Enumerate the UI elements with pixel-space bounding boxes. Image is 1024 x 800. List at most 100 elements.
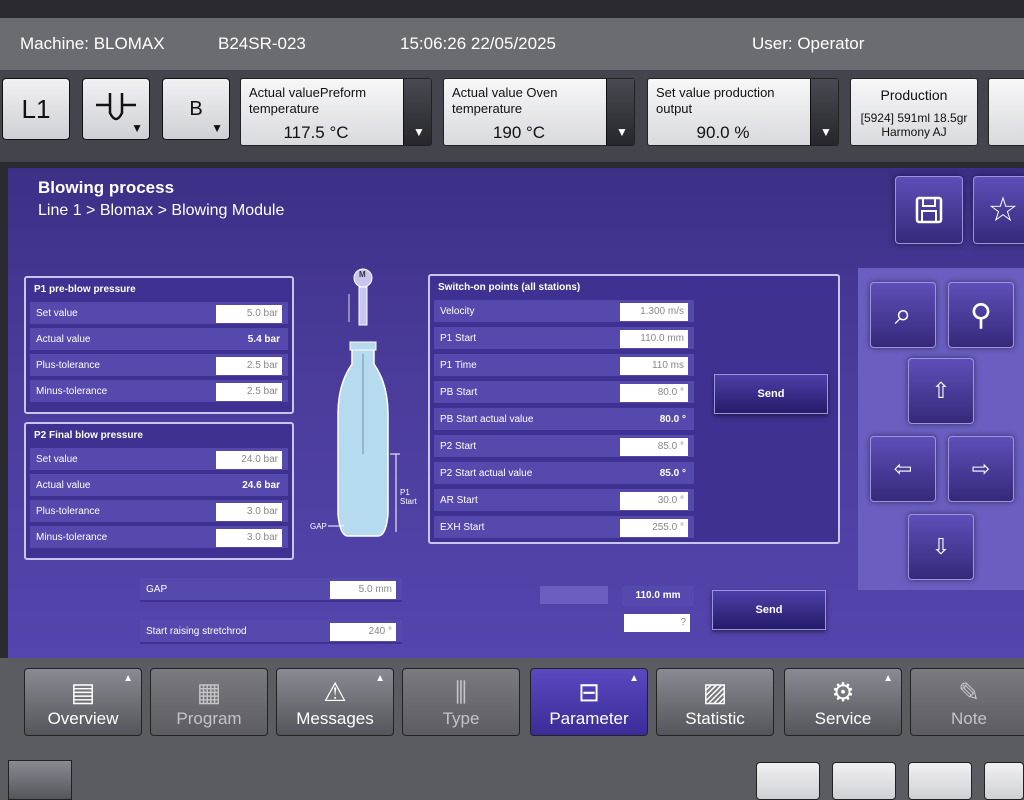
arrow-left-button[interactable]: ⇦ [870,436,936,502]
statistic-icon: ▨ [702,677,728,707]
preform-temperature-box[interactable]: Actual valuePreform temperature 117.5 °C… [240,78,432,146]
program-icon: ▦ [196,677,222,707]
nav-label: Program [176,709,242,728]
p1-minus-row: Minus-tolerance 2.5 bar [30,380,288,404]
switch-on-points-group: Switch-on points (all stations) Velocity… [428,274,840,544]
p1-minus-input[interactable]: 2.5 bar [216,383,282,401]
production-recipe: [5924] 591ml 18.5gr [860,111,968,125]
send-button-lower[interactable]: Send [712,590,826,630]
nav-label: Overview [47,709,119,728]
strip-extra-box[interactable] [988,78,1024,146]
search-button[interactable] [908,762,972,800]
p2-start-input[interactable]: 85.0 ° [620,438,688,456]
p1-start-input[interactable]: 110.0 mm [620,330,688,348]
note-icon: ✎ [958,677,980,707]
p2-plus-input[interactable]: 3.0 bar [216,503,282,521]
nav-label: Statistic [685,709,745,728]
nav-service[interactable]: ▲ ⚙ Service [784,668,902,736]
velocity-input[interactable]: 1.300 m/s [620,303,688,321]
exh-start-input[interactable]: 255.0 ° [620,519,688,537]
p1-set-input[interactable]: 5.0 bar [216,305,282,323]
zoom-in-button[interactable]: ⌕ [870,282,936,348]
small-preform-button[interactable] [8,760,72,800]
pb-start-input[interactable]: 80.0 ° [620,384,688,402]
ar-start-input[interactable]: 30.0 ° [620,492,688,510]
b-button[interactable]: B ▼ [162,78,230,140]
nav-overview[interactable]: ▲ ▤ Overview [24,668,142,736]
stretchrod-row: Start raising stretchrod 240 ° [140,620,402,644]
user-label: User: Operator [752,34,865,53]
p1-time-input[interactable]: 110 ms [620,357,688,375]
unknown-input[interactable]: ? [624,614,690,632]
more-button[interactable] [984,762,1024,800]
p1-title: P1 pre-blow pressure [34,284,136,295]
production-box[interactable]: Production [5924] 591ml 18.5gr Harmony A… [850,78,978,146]
arrow-right-icon: ⇨ [971,456,991,481]
chevron-down-icon: ▼ [211,121,223,135]
gap-input[interactable]: 5.0 mm [330,581,396,599]
bottles-icon: ⫼ [455,677,467,707]
production-output-box[interactable]: Set value production output 90.0 % ▼ [647,78,839,146]
chevron-down-icon: ▼ [820,125,832,139]
preform-temp-value: 117.5 °C [283,123,349,142]
back-button[interactable] [756,762,820,800]
p1-set-row: Set value 5.0 bar [30,302,288,326]
oven-temp-label: Actual value Oven temperature [452,85,558,116]
nav-messages[interactable]: ▲ ⚠ Messages [276,668,394,736]
p2-set-input[interactable]: 24.0 bar [216,451,282,469]
p2-minus-input[interactable]: 3.0 bar [216,529,282,547]
preform-mode-button[interactable]: ▼ [82,78,150,140]
star-plus-icon: ☆ [987,191,1019,229]
nav-program[interactable]: ▦ Program [150,668,268,736]
nav-note[interactable]: ✎ Note [910,668,1024,736]
zoom-out-icon: ⚲ [970,298,992,332]
line-selector-button[interactable]: L1 [2,78,70,140]
motor-label: M [359,270,366,279]
add-favorite-button[interactable]: ☆ [973,176,1024,244]
p1-actual-row: Actual value 5.4 bar [30,328,288,352]
bottle-diagram: M P1 Start GAP [308,264,428,554]
stretchrod-label: Start raising stretchrod [146,626,247,637]
nav-label: Parameter [549,709,629,728]
save-button[interactable] [895,176,963,244]
row-label: PB Start actual value [440,414,534,425]
dropdown-handle[interactable]: ▼ [606,79,634,145]
hmi-screen: Machine: BLOMAX B24SR-023 15:06:26 22/05… [0,0,1024,800]
nav-parameter[interactable]: ▲ ⊟ Parameter [530,668,648,736]
dropdown-handle[interactable]: ▼ [810,79,838,145]
nav-type[interactable]: ⫼ Type [402,668,520,736]
wrench-icon: ⚙ [831,677,855,707]
gap-row: GAP 5.0 mm [140,578,402,602]
p2-start-actual: 85.0 ° [659,468,686,479]
chevron-down-icon: ▼ [131,121,143,135]
p1-start-marker: P1 Start [400,488,417,506]
p1-pressure-group: P1 pre-blow pressure Set value 5.0 bar Ac… [24,276,294,414]
blank-field [540,586,608,604]
arrow-up-button[interactable]: ⇧ [908,358,974,424]
line-label: L1 [21,93,51,124]
nav-label: Service [814,709,872,728]
p2-minus-row: Minus-tolerance 3.0 bar [30,526,288,550]
p1-plus-input[interactable]: 2.5 bar [216,357,282,375]
row-label: Actual value [36,334,91,345]
row-label: Velocity [440,306,475,317]
nav-statistic[interactable]: ▨ Statistic [656,668,774,736]
parameter-icon: ⊟ [578,677,600,707]
arrow-right-button[interactable]: ⇨ [948,436,1014,502]
nav-label: Messages [296,709,374,728]
stretchrod-input[interactable]: 240 ° [330,623,396,641]
p2-plus-row: Plus-tolerance 3.0 bar [30,500,288,524]
page-title: Blowing process [38,178,175,197]
oven-temperature-box[interactable]: Actual value Oven temperature 190 °C ▼ [443,78,635,146]
row-label: Plus-tolerance [36,506,100,517]
p1-actual-value: 5.4 bar [247,334,280,345]
blowing-process-panel: Blowing process Line 1 > Blomax > Blowin… [8,168,1024,658]
row-label: P2 Start [440,441,477,452]
favorite-button[interactable] [832,762,896,800]
dropdown-handle[interactable]: ▼ [403,79,431,145]
production-title: Production [880,87,948,103]
send-button[interactable]: Send [714,374,828,414]
row-label: Minus-tolerance [36,386,108,397]
zoom-out-button[interactable]: ⚲ [948,282,1014,348]
arrow-down-button[interactable]: ⇩ [908,514,974,580]
